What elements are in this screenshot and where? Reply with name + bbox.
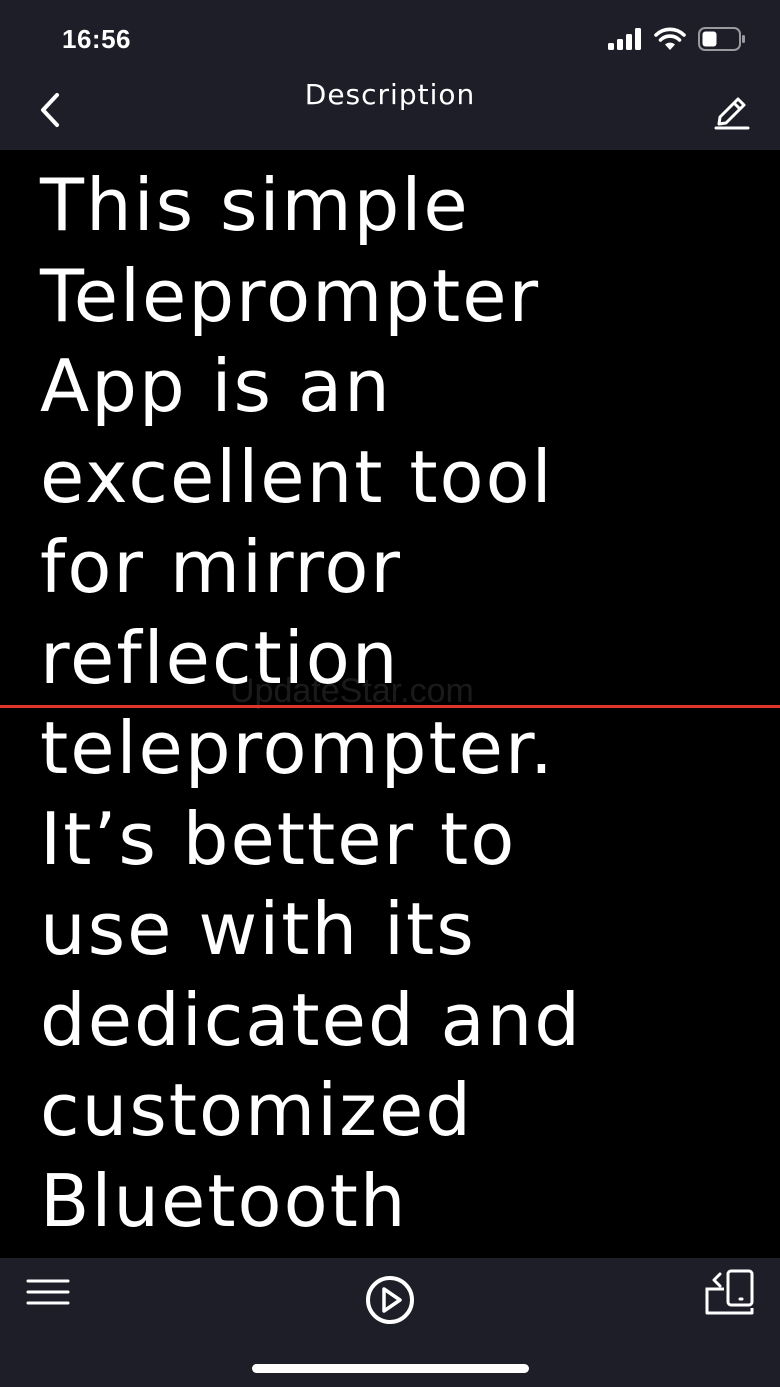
reading-guide-line [0,705,780,708]
bottom-toolbar [0,1258,780,1387]
edit-button[interactable] [710,90,754,134]
status-time: 16:56 [62,24,131,54]
hamburger-menu-icon [26,1277,70,1311]
home-indicator[interactable] [252,1364,529,1373]
mirror-flip-icon [704,1268,758,1320]
status-icons [608,26,746,56]
play-circle-icon [364,1274,416,1330]
wifi-icon [654,27,686,55]
menu-button[interactable] [24,1272,72,1316]
page-title: Description [304,78,476,111]
teleprompter-screen: 16:56 Description This simple Teleprompt… [0,0,780,1387]
mirror-button[interactable] [702,1268,760,1320]
battery-icon [698,27,746,55]
cellular-signal-icon [608,28,642,54]
top-chrome: 16:56 Description [0,0,780,150]
pencil-edit-icon [712,90,752,134]
script-text: This simple Teleprompter App is an excel… [40,163,582,1243]
script-area[interactable]: This simple Teleprompter App is an excel… [0,150,780,1258]
play-button[interactable] [362,1274,418,1330]
